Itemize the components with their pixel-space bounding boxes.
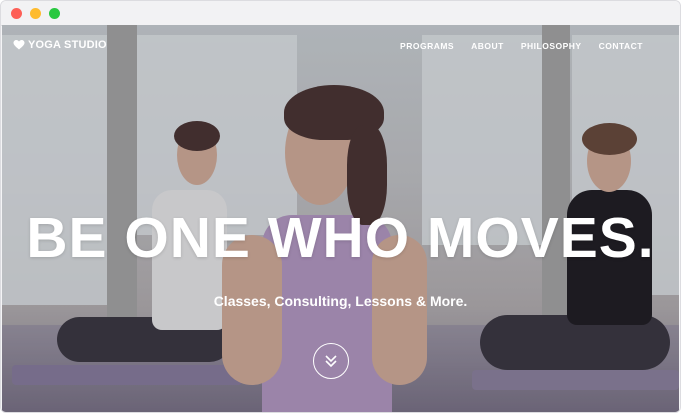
scroll-down-button[interactable] [313,343,349,379]
browser-window: YOGA STUDIO PROGRAMS ABOUT PHILOSOPHY CO… [0,0,681,413]
heart-icon [13,40,25,50]
hero-section: YOGA STUDIO PROGRAMS ABOUT PHILOSOPHY CO… [2,25,679,412]
nav-link-programs[interactable]: PROGRAMS [400,41,454,51]
hero-headline: BE ONE WHO MOVES. [26,206,655,270]
top-nav: YOGA STUDIO PROGRAMS ABOUT PHILOSOPHY CO… [2,25,679,69]
nav-link-philosophy[interactable]: PHILOSOPHY [521,41,582,51]
logo[interactable]: YOGA STUDIO [13,39,107,51]
nav-link-contact[interactable]: CONTACT [599,41,643,51]
nav-menu: PROGRAMS ABOUT PHILOSOPHY CONTACT [383,41,643,51]
nav-link-about[interactable]: ABOUT [471,41,504,51]
close-button[interactable] [11,8,22,19]
double-chevron-down-icon [325,355,337,368]
logo-text: YOGA STUDIO [28,39,107,51]
minimize-button[interactable] [30,8,41,19]
title-bar [1,1,680,26]
maximize-button[interactable] [49,8,60,19]
hero-subline: Classes, Consulting, Lessons & More. [213,293,468,309]
